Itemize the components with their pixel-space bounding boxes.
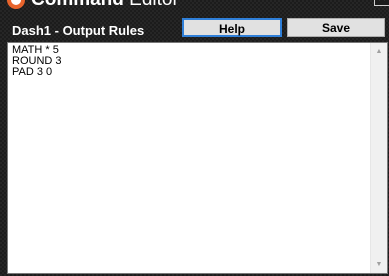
rules-text[interactable]: MATH * 5 ROUND 3 PAD 3 0 <box>12 45 367 78</box>
window-title-rest: Editor <box>124 0 179 10</box>
close-icon: ✕ <box>377 0 386 4</box>
rules-editor[interactable]: MATH * 5 ROUND 3 PAD 3 0 ▲ ▼ <box>7 42 388 274</box>
app-icon <box>6 0 26 10</box>
scroll-up-icon[interactable]: ▲ <box>371 43 387 60</box>
title-bar: Command Editor ✕ <box>0 0 389 12</box>
help-button[interactable]: Help <box>182 18 282 37</box>
scroll-down-icon[interactable]: ▼ <box>371 256 387 273</box>
save-button[interactable]: Save <box>287 18 385 37</box>
window-title: Command Editor <box>31 0 179 12</box>
close-button[interactable]: ✕ <box>374 0 389 6</box>
window-title-bold: Command <box>31 0 124 10</box>
vertical-scrollbar[interactable]: ▲ ▼ <box>370 43 387 273</box>
page-title: Dash1 - Output Rules <box>12 23 145 38</box>
